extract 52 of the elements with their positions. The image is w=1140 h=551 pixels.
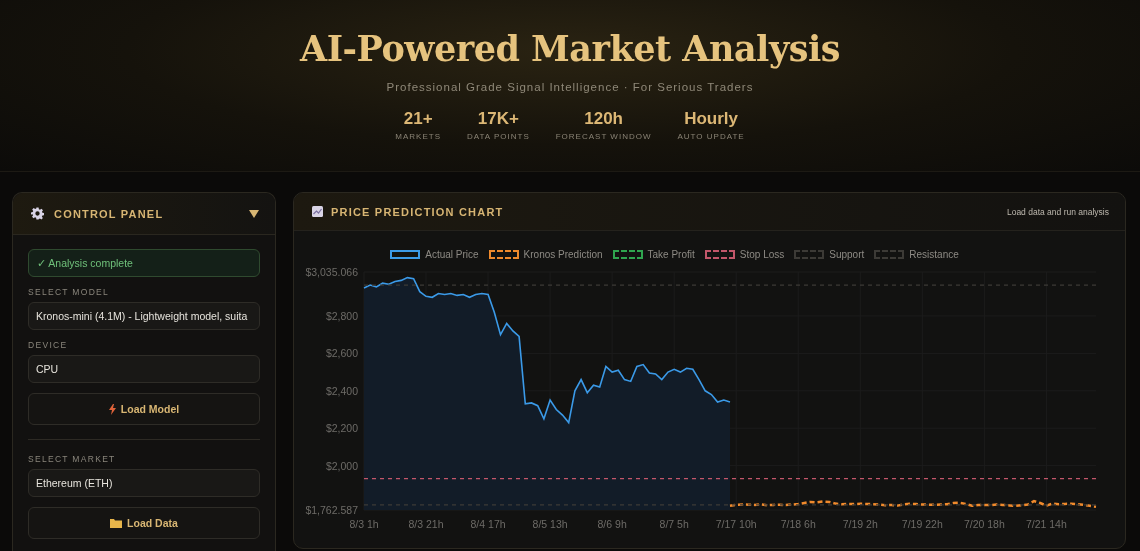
axis-label: 7/19 22h <box>901 518 943 530</box>
field-label: SELECT MODEL <box>28 287 111 297</box>
stat-value: Hourly <box>684 109 738 129</box>
axis-label: $1,762.587 <box>305 504 358 516</box>
axis-label: $3,035.066 <box>305 266 358 278</box>
panel-title: CONTROL PANEL <box>54 207 165 220</box>
chart-icon <box>312 206 323 217</box>
stat-value: 120h <box>584 109 623 129</box>
lightning-icon <box>108 403 116 415</box>
stat-label: FORECAST WINDOW <box>555 132 652 141</box>
axis-label: 8/5 13h <box>532 518 568 530</box>
axis-label: 7/20 18h <box>963 518 1005 530</box>
select-field[interactable]: Ethereum (ETH) <box>28 469 260 497</box>
legend-label[interactable]: Stop Loss <box>739 249 785 260</box>
field-label: DEVICE <box>28 340 69 350</box>
legend-label[interactable]: Actual Price <box>425 249 479 260</box>
load-data-button[interactable]: Load Data <box>28 507 260 539</box>
axis-label: $2,800 <box>325 309 358 322</box>
status-message: ✓ Analysis complete <box>28 249 260 277</box>
page-title: AI-Powered Market Analysis <box>300 28 840 69</box>
legend-label[interactable]: Take Profit <box>647 249 695 260</box>
legend-label[interactable]: Support <box>829 249 865 260</box>
subtitle: Professional Grade Signal Intelligence · For Serious Traders <box>386 81 754 93</box>
folder-icon <box>110 518 123 528</box>
gear-icon <box>31 207 44 220</box>
axis-label: $2,600 <box>325 347 358 360</box>
axis-label: 7/18 6h <box>780 518 816 530</box>
axis-label: 8/3 21h <box>408 518 444 530</box>
axis-label: 7/21 14h <box>1025 518 1067 530</box>
stat-value: 17K+ <box>477 109 519 129</box>
stat-label: AUTO UPDATE <box>677 132 745 141</box>
axis-label: 8/3 1h <box>349 518 379 530</box>
load-model-button[interactable]: Load Model <box>28 393 260 425</box>
stat-label: MARKETS <box>395 132 441 141</box>
axis-label: 8/7 5h <box>659 518 689 530</box>
axis-label: 7/17 10h <box>715 518 757 530</box>
axis-label: $2,000 <box>325 459 358 472</box>
panel-title: PRICE PREDICTION CHART <box>331 205 505 218</box>
stat-value: 21+ <box>403 109 433 129</box>
field-label: SELECT MARKET <box>28 454 117 464</box>
axis-label: $2,400 <box>325 384 358 397</box>
stat-label: DATA POINTS <box>467 132 530 141</box>
legend-label[interactable]: Resistance <box>909 249 959 260</box>
legend-label[interactable]: Kronos Prediction <box>523 249 603 260</box>
select-field[interactable]: Kronos-mini (4.1M) - Lightweight model, suita <box>28 302 260 330</box>
chart-status: Load data and run analysis <box>1006 206 1109 217</box>
axis-label: $2,200 <box>325 422 358 435</box>
select-field[interactable]: CPU <box>28 355 260 383</box>
panel-header[interactable]: CONTROL PANEL <box>13 193 275 235</box>
axis-label: 8/6 9h <box>597 518 627 530</box>
axis-label: 8/4 17h <box>470 518 506 530</box>
axis-label: 7/19 2h <box>842 518 878 530</box>
